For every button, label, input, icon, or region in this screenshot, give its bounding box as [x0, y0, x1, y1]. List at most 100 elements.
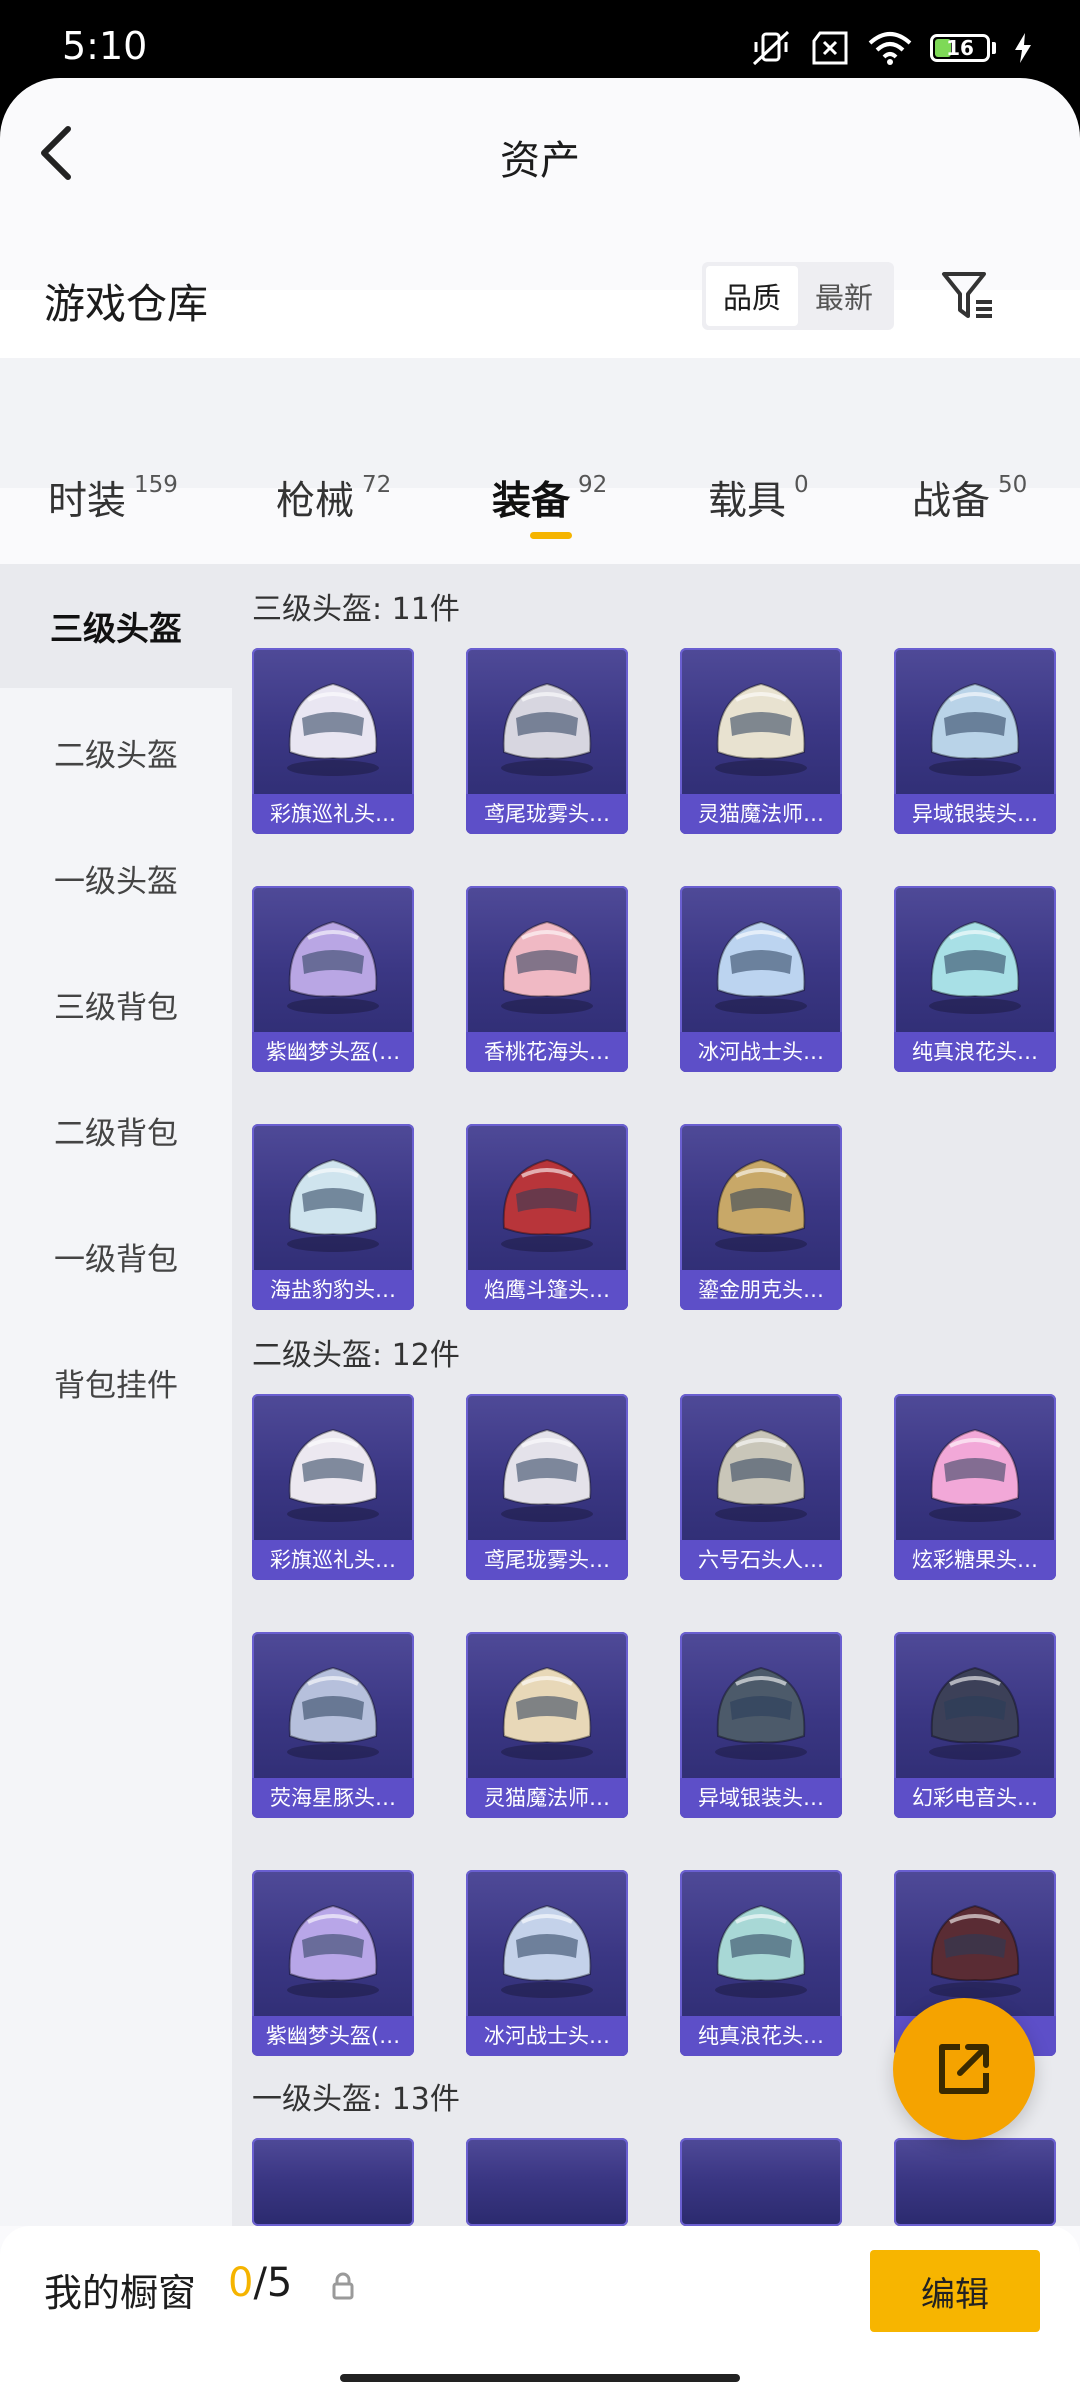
item-card[interactable]: 幻彩电音头…: [894, 1632, 1056, 1818]
helmet-icon: [715, 1428, 807, 1522]
item-card[interactable]: 灵猫魔法师…: [680, 648, 842, 834]
helmet-icon: [929, 920, 1021, 1014]
item-card[interactable]: 鎏金朋克头…: [680, 1124, 842, 1310]
item-name: 异域银装头…: [680, 1778, 842, 1818]
external-link-icon: [939, 2044, 989, 2094]
share-button[interactable]: [893, 1998, 1035, 2140]
item-card[interactable]: 彩旗巡礼头…: [252, 1394, 414, 1580]
item-card[interactable]: 灵猫魔法师…: [466, 1632, 628, 1818]
item-card[interactable]: 紫幽梦头盔(…: [252, 1870, 414, 2056]
helmet-icon: [929, 1428, 1021, 1522]
helmet-icon: [929, 1904, 1021, 1998]
helmet-icon: [715, 920, 807, 1014]
sim-off-icon: [812, 31, 848, 65]
filter-button[interactable]: [938, 266, 998, 326]
helmet-icon: [501, 1428, 593, 1522]
item-card[interactable]: [466, 2138, 628, 2226]
helmet-icon: [501, 1158, 593, 1252]
sort-quality-button[interactable]: 品质: [706, 266, 798, 326]
item-card[interactable]: 鸢尾珑雾头…: [466, 648, 628, 834]
showcase-count: 0/5: [228, 2260, 293, 2306]
helmet-icon: [715, 1666, 807, 1760]
item-name: 焰鹰斗篷头…: [466, 1270, 628, 1310]
filter-icon: [942, 272, 992, 318]
item-card[interactable]: 纯真浪花头…: [894, 886, 1056, 1072]
item-name: 彩旗巡礼头…: [252, 1540, 414, 1580]
sort-toggle: 品质 最新: [702, 262, 894, 330]
item-name: 异域银装头…: [894, 794, 1056, 834]
helmet-icon: [287, 1666, 379, 1760]
item-card[interactable]: 冰河战士头…: [466, 1870, 628, 2056]
tab-equipment[interactable]: 装备 92: [492, 470, 607, 526]
edit-button[interactable]: 编辑: [870, 2250, 1040, 2332]
helmet-icon: [715, 1904, 807, 1998]
item-card[interactable]: [894, 2138, 1056, 2226]
item-name: 冰河战士头…: [466, 2016, 628, 2056]
helmet-icon: [501, 1666, 593, 1760]
tab-weapons[interactable]: 枪械 72: [276, 470, 391, 526]
sort-newest-button[interactable]: 最新: [798, 266, 890, 326]
item-name: 炫彩糖果头…: [894, 1540, 1056, 1580]
item-name: 六号石头人…: [680, 1540, 842, 1580]
section-title-level3: 三级头盔: 11件: [252, 592, 460, 627]
sidebar-item-level2-helmet[interactable]: 二级头盔: [0, 690, 232, 814]
item-card[interactable]: 鸢尾珑雾头…: [466, 1394, 628, 1580]
mute-vibrate-icon: [752, 30, 790, 66]
item-card[interactable]: [680, 2138, 842, 2226]
helmet-icon: [287, 1158, 379, 1252]
showcase-label: 我的橱窗: [44, 2271, 197, 2315]
item-card[interactable]: 荧海星豚头…: [252, 1632, 414, 1818]
tab-vehicles[interactable]: 载具 0: [708, 470, 809, 526]
sidebar-item-level3-helmet[interactable]: 三级头盔: [0, 564, 232, 688]
item-card[interactable]: 纯真浪花头…: [680, 1870, 842, 2056]
item-name: 灵猫魔法师…: [466, 1778, 628, 1818]
item-card[interactable]: 炫彩糖果头…: [894, 1394, 1056, 1580]
item-name: 紫幽梦头盔(…: [252, 1032, 414, 1072]
sidebar-item-level1-helmet[interactable]: 一级头盔: [0, 816, 232, 940]
helmet-icon: [287, 1428, 379, 1522]
sidebar-item-backpack-charm[interactable]: 背包挂件: [0, 1320, 232, 1444]
helmet-icon: [715, 1158, 807, 1252]
status-bar: 5:10 16: [0, 0, 1080, 78]
item-name: 荧海星豚头…: [252, 1778, 414, 1818]
title-bar: 资产: [0, 78, 1080, 228]
sidebar-item-level2-backpack[interactable]: 二级背包: [0, 1068, 232, 1192]
item-name: 纯真浪花头…: [894, 1032, 1056, 1072]
helmet-icon: [929, 682, 1021, 776]
item-card[interactable]: 紫幽梦头盔(…: [252, 886, 414, 1072]
item-card[interactable]: 异域银装头…: [894, 648, 1056, 834]
item-card[interactable]: 香桃花海头…: [466, 886, 628, 1072]
item-grid: 三级头盔: 11件 二级头盔: 12件 一级头盔: 13件 彩旗巡礼头… 鸢尾珑雾…: [232, 564, 1080, 2226]
tab-fashion[interactable]: 时装 159: [48, 470, 178, 526]
item-card[interactable]: 异域银装头…: [680, 1632, 842, 1818]
item-card[interactable]: 彩旗巡礼头…: [252, 648, 414, 834]
item-card[interactable]: 焰鹰斗篷头…: [466, 1124, 628, 1310]
tab-supplies[interactable]: 战备 50: [912, 470, 1027, 526]
status-time: 5:10: [62, 24, 148, 68]
category-tabs: [0, 358, 1080, 488]
helmet-icon: [287, 682, 379, 776]
item-name: 鸢尾珑雾头…: [466, 1540, 628, 1580]
helmet-icon: [715, 682, 807, 776]
page-title: 资产: [500, 138, 580, 184]
active-tab-indicator: [530, 532, 572, 539]
wifi-icon: [868, 32, 912, 65]
home-indicator: [340, 2374, 740, 2382]
subcategory-sidebar: 三级头盔 二级头盔 一级头盔 三级背包 二级背包 一级背包 背包挂件: [0, 564, 232, 2226]
item-card[interactable]: [252, 2138, 414, 2226]
warehouse-title: 游戏仓库: [44, 280, 208, 328]
item-card[interactable]: 海盐豹豹头…: [252, 1124, 414, 1310]
item-name: 彩旗巡礼头…: [252, 794, 414, 834]
lock-icon: [332, 2272, 354, 2300]
section-title-level2: 二级头盔: 12件: [252, 1338, 460, 1373]
charging-icon: [1015, 33, 1031, 63]
item-name: 紫幽梦头盔(…: [252, 2016, 414, 2056]
helmet-icon: [501, 920, 593, 1014]
item-card[interactable]: 冰河战士头…: [680, 886, 842, 1072]
item-card[interactable]: 六号石头人…: [680, 1394, 842, 1580]
helmet-icon: [501, 682, 593, 776]
sidebar-item-level3-backpack[interactable]: 三级背包: [0, 942, 232, 1066]
section-title-level1: 一级头盔: 13件: [252, 2082, 460, 2117]
sidebar-item-level1-backpack[interactable]: 一级背包: [0, 1194, 232, 1318]
item-name: 海盐豹豹头…: [252, 1270, 414, 1310]
